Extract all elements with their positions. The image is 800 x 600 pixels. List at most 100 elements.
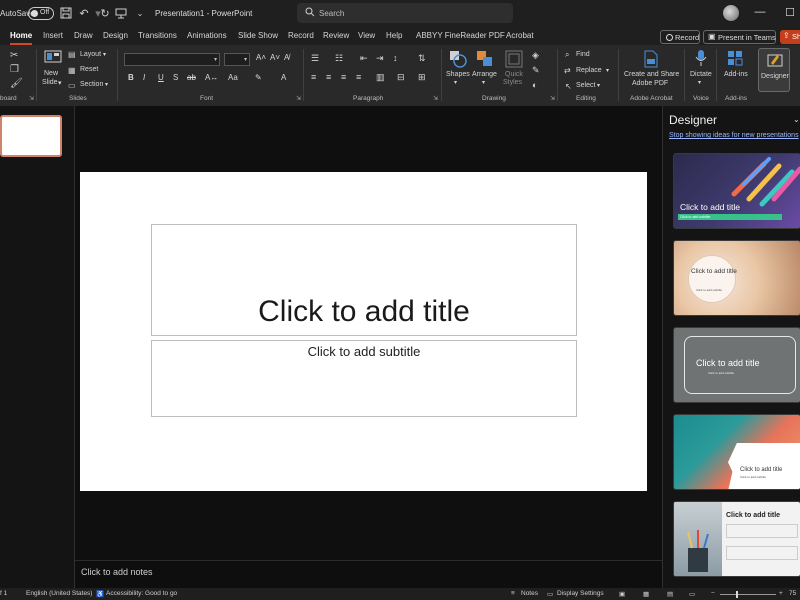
font-expand-icon[interactable]: ⇲	[296, 95, 301, 102]
present-from-start-icon[interactable]	[114, 7, 128, 21]
align-left-icon[interactable]: ≡	[311, 72, 316, 82]
arrange-dropdown-icon[interactable]: ▾	[482, 79, 485, 86]
font-name-select[interactable]: ▾	[124, 53, 220, 66]
line-spacing-icon[interactable]: ↕	[393, 53, 398, 63]
zoom-out-icon[interactable]: −	[711, 590, 715, 597]
dictate-icon[interactable]	[695, 49, 707, 70]
tab-home[interactable]: Home	[10, 31, 32, 40]
format-painter-icon[interactable]: 🖌	[10, 79, 23, 89]
find-icon[interactable]: ⌕	[565, 50, 569, 60]
reading-view-icon[interactable]: ▤	[667, 590, 673, 598]
select-button[interactable]: Select	[576, 82, 595, 89]
shape-outline-icon[interactable]: ✎	[532, 65, 540, 76]
shapes-icon[interactable]	[449, 50, 467, 71]
zoom-slider-thumb[interactable]	[736, 591, 738, 598]
underline-icon[interactable]: U	[158, 73, 164, 82]
tab-draw[interactable]: Draw	[74, 31, 93, 40]
design-idea-1[interactable]: Click to add title Click to add subtitle	[673, 153, 800, 229]
highlight-icon[interactable]: ✎	[255, 73, 262, 82]
dictate-dropdown-icon[interactable]: ▾	[698, 79, 701, 86]
shape-fill-icon[interactable]: ◈	[532, 50, 539, 61]
slide-thumbnail-1[interactable]	[0, 115, 62, 157]
subtitle-placeholder[interactable]: Click to add subtitle	[151, 340, 577, 417]
reset-icon[interactable]: ▦	[68, 66, 76, 76]
addins-button[interactable]: Add-ins	[724, 71, 748, 79]
normal-view-icon[interactable]: ▣	[619, 590, 625, 598]
strikethrough-icon[interactable]: ab	[187, 73, 196, 82]
tab-transitions[interactable]: Transitions	[138, 31, 177, 40]
tab-help[interactable]: Help	[386, 31, 402, 40]
layout-dropdown-icon[interactable]: ▾	[103, 51, 106, 58]
zoom-level[interactable]: 75	[789, 590, 796, 597]
increase-font-icon[interactable]: A˄	[256, 53, 266, 62]
cut-icon[interactable]: ✂	[10, 51, 18, 61]
font-color-icon[interactable]: A	[281, 73, 286, 82]
find-button[interactable]: Find	[576, 51, 590, 58]
autosave-toggle[interactable]: Off	[28, 7, 54, 20]
decrease-font-icon[interactable]: A˅	[270, 53, 280, 62]
quick-styles-label-2[interactable]: Styles	[503, 79, 522, 87]
search-input[interactable]: Search	[297, 3, 513, 23]
section-button[interactable]: Section	[80, 81, 103, 88]
undo-icon[interactable]: ↶	[77, 7, 91, 21]
shapes-button[interactable]: Shapes	[446, 71, 470, 79]
increase-indent-icon[interactable]: ⇥	[376, 53, 384, 64]
arrange-button[interactable]: Arrange	[472, 71, 497, 79]
design-idea-3[interactable]: Click to add title Click to add subtitle	[673, 327, 800, 403]
new-slide-label-1[interactable]: New	[44, 70, 58, 78]
zoom-slider-track[interactable]	[720, 594, 776, 595]
shapes-dropdown-icon[interactable]: ▾	[454, 79, 457, 86]
design-idea-5[interactable]: Click to add title	[673, 501, 800, 577]
stop-showing-ideas-link[interactable]: Stop showing ideas for new presentations	[669, 132, 799, 139]
slideshow-icon[interactable]: ▭	[689, 590, 695, 598]
replace-icon[interactable]: ⇄	[564, 66, 571, 75]
new-slide-label-2[interactable]: Slide	[42, 79, 58, 87]
quick-styles-label-1[interactable]: Quick	[505, 71, 523, 79]
save-icon[interactable]	[59, 7, 73, 21]
share-button[interactable]: ⇪ Sh	[780, 30, 800, 44]
tab-acrobat[interactable]: Acrobat	[506, 31, 534, 40]
slide-canvas[interactable]: Click to add title Click to add subtitle	[80, 172, 647, 491]
tab-view[interactable]: View	[358, 31, 375, 40]
select-dropdown-icon[interactable]: ▾	[597, 82, 600, 89]
adobe-pdf-icon[interactable]	[643, 50, 659, 71]
text-direction-icon[interactable]: ⇅	[418, 53, 426, 64]
create-share-label-2[interactable]: Adobe PDF	[632, 80, 668, 88]
new-slide-dropdown-icon[interactable]: ▾	[58, 79, 62, 87]
bullets-icon[interactable]: ☰	[311, 53, 319, 64]
drawing-expand-icon[interactable]: ⇲	[550, 95, 555, 102]
customize-toolbar-icon[interactable]: ⌄	[133, 7, 147, 21]
quick-styles-icon[interactable]	[505, 50, 523, 71]
tab-record[interactable]: Record	[288, 31, 314, 40]
language-indicator[interactable]: English (United States)	[26, 590, 92, 597]
tab-review[interactable]: Review	[323, 31, 349, 40]
record-button[interactable]: Record	[660, 30, 700, 44]
italic-icon[interactable]: I	[143, 73, 145, 82]
change-case-icon[interactable]: Aa	[228, 73, 238, 82]
select-icon[interactable]: ↖	[565, 82, 572, 91]
designer-button[interactable]: Designer	[758, 48, 790, 92]
avatar[interactable]	[723, 5, 739, 21]
replace-button[interactable]: Replace	[576, 67, 602, 74]
arrange-icon[interactable]	[476, 50, 494, 71]
layout-icon[interactable]: ▤	[68, 50, 76, 60]
align-center-icon[interactable]: ≡	[326, 72, 331, 82]
bold-icon[interactable]: B	[128, 73, 134, 82]
accessibility-status[interactable]: Accessibility: Good to go	[106, 590, 177, 597]
section-dropdown-icon[interactable]: ▾	[105, 81, 108, 88]
chevron-down-icon[interactable]: ⌄	[793, 115, 800, 124]
numbering-icon[interactable]: ☷	[335, 53, 343, 64]
layout-button[interactable]: Layout	[80, 51, 101, 58]
section-icon[interactable]: ▭	[68, 81, 76, 91]
display-settings-button[interactable]: Display Settings	[557, 590, 604, 597]
font-size-select[interactable]: ▾	[224, 53, 250, 66]
paragraph-expand-icon[interactable]: ⇲	[433, 95, 438, 102]
replace-dropdown-icon[interactable]: ▾	[606, 67, 609, 74]
tab-insert[interactable]: Insert	[43, 31, 63, 40]
maximize-icon[interactable]: ☐	[782, 6, 798, 22]
tab-design[interactable]: Design	[103, 31, 128, 40]
shape-effects-icon[interactable]: ◐	[532, 80, 537, 90]
columns-icon[interactable]: ▥	[376, 72, 385, 83]
addins-icon[interactable]	[727, 50, 743, 69]
title-placeholder[interactable]: Click to add title	[151, 224, 577, 336]
